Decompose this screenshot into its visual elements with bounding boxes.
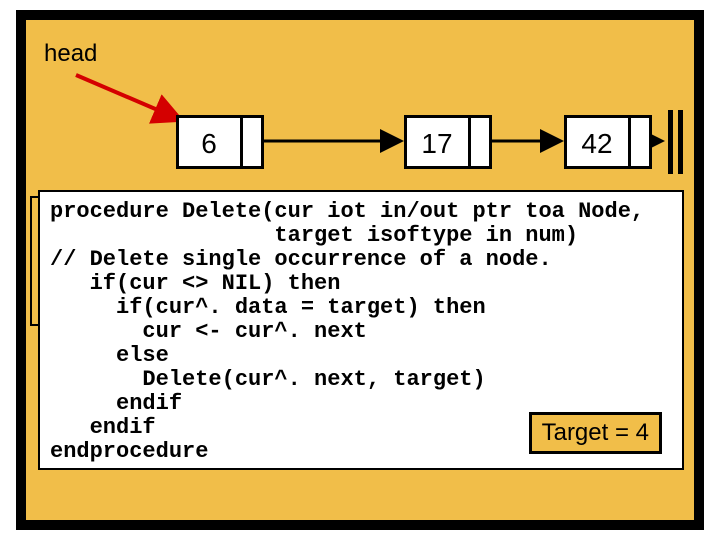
code-line: Delete(cur^. next, target) bbox=[50, 368, 672, 392]
list-node-2: 17 bbox=[404, 115, 492, 169]
code-line: if(cur^. data = target) then bbox=[50, 296, 672, 320]
code-line: // Delete single occurrence of a node. bbox=[50, 248, 672, 272]
node-pointer-divider bbox=[468, 118, 471, 166]
code-line: target isoftype in num) bbox=[50, 224, 672, 248]
list-node-3: 42 bbox=[564, 115, 652, 169]
node-value: 42 bbox=[567, 128, 627, 160]
code-line: if(cur <> NIL) then bbox=[50, 272, 672, 296]
nil-bar-2 bbox=[678, 110, 683, 174]
node-pointer-divider bbox=[240, 118, 243, 166]
code-line: procedure Delete(cur iot in/out ptr toa … bbox=[50, 200, 672, 224]
node-pointer-divider bbox=[628, 118, 631, 166]
list-node-1: 6 bbox=[176, 115, 264, 169]
node-value: 6 bbox=[179, 128, 239, 160]
code-panel: procedure Delete(cur iot in/out ptr toa … bbox=[38, 190, 684, 470]
slide-canvas: head 6 bbox=[26, 20, 694, 520]
code-line: cur <- cur^. next bbox=[50, 320, 672, 344]
target-badge: Target = 4 bbox=[529, 412, 662, 454]
node-value: 17 bbox=[407, 128, 467, 160]
head-label: head bbox=[44, 40, 97, 68]
slide-outer-frame: head 6 bbox=[16, 10, 704, 530]
nil-bar-1 bbox=[668, 110, 673, 174]
code-line: else bbox=[50, 344, 672, 368]
